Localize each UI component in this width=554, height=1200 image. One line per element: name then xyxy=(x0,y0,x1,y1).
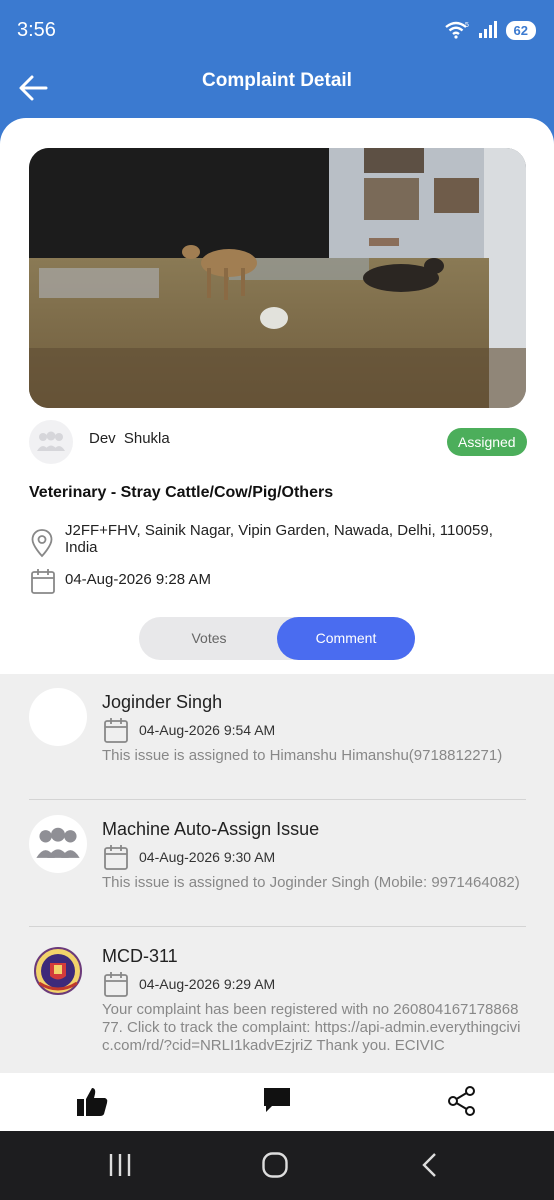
complaint-category: Veterinary - Stray Cattle/Cow/Pig/Others xyxy=(29,484,334,501)
home-icon[interactable] xyxy=(261,1151,289,1179)
status-bar: 3:56 5 62 xyxy=(0,0,554,60)
comment-text[interactable]: Your complaint has been registered with … xyxy=(102,1001,522,1055)
comment-time: 04-Aug-2026 9:30 AM xyxy=(139,849,276,865)
list-item: Joginder Singh 04-Aug-2026 9:54 AM This … xyxy=(0,674,554,800)
group-icon xyxy=(37,431,65,451)
calendar-icon xyxy=(104,718,128,743)
status-badge: Assigned xyxy=(447,428,527,456)
back-icon[interactable] xyxy=(420,1151,440,1179)
bottom-action-bar xyxy=(0,1073,554,1131)
battery-indicator: 62 xyxy=(505,20,536,40)
complaint-detail-card: Dev Shukla Assigned Veterinary - Stray C… xyxy=(0,118,554,674)
mcd-emblem-icon xyxy=(34,947,82,995)
reporter-name: Dev Shukla xyxy=(89,430,170,447)
tab-votes[interactable]: Votes xyxy=(139,617,279,660)
complaint-photo[interactable] xyxy=(29,148,526,408)
commenter-avatar xyxy=(29,815,87,873)
list-item: MCD-311 04-Aug-2026 9:29 AM Your complai… xyxy=(0,928,554,1073)
page-title: Complaint Detail xyxy=(202,70,352,91)
comment-author: Joginder Singh xyxy=(102,692,223,712)
share-icon[interactable] xyxy=(447,1085,477,1117)
comment-author: MCD-311 xyxy=(102,946,178,966)
app-bar: Complaint Detail xyxy=(0,60,554,116)
location-pin-icon xyxy=(31,529,53,558)
status-icons: 5 62 xyxy=(444,20,536,40)
complaint-address: J2FF+FHV, Sainik Nagar, Vipin Garden, Na… xyxy=(65,522,493,556)
complaint-datetime: 04-Aug-2026 9:28 AM xyxy=(65,571,211,588)
comment-icon[interactable] xyxy=(262,1085,292,1115)
recents-icon[interactable] xyxy=(108,1151,132,1179)
svg-text:5: 5 xyxy=(465,22,469,29)
tab-comment[interactable]: Comment xyxy=(277,617,415,660)
divider xyxy=(29,926,526,927)
reporter-avatar xyxy=(29,420,73,464)
signal-icon xyxy=(478,21,497,38)
thumbs-up-icon[interactable] xyxy=(75,1085,109,1119)
comment-text: This issue is assigned to Joginder Singh… xyxy=(102,874,520,891)
comment-time: 04-Aug-2026 9:29 AM xyxy=(139,976,276,992)
system-nav-bar xyxy=(0,1131,554,1200)
votes-comment-toggle: Votes Comment xyxy=(139,617,415,660)
mcd-logo xyxy=(29,942,87,1000)
complaint-photo-image xyxy=(29,148,526,408)
calendar-icon xyxy=(104,845,128,870)
calendar-icon xyxy=(104,972,128,997)
list-item: Machine Auto-Assign Issue 04-Aug-2026 9:… xyxy=(0,801,554,927)
comment-text: This issue is assigned to Himanshu Himan… xyxy=(102,747,503,764)
comments-list[interactable]: Joginder Singh 04-Aug-2026 9:54 AM This … xyxy=(0,674,554,1073)
divider xyxy=(29,799,526,800)
group-icon xyxy=(36,827,80,858)
calendar-icon xyxy=(31,569,55,594)
commenter-avatar xyxy=(29,688,87,746)
comment-author: Machine Auto-Assign Issue xyxy=(102,819,320,839)
comment-time: 04-Aug-2026 9:54 AM xyxy=(139,722,276,738)
status-time: 3:56 xyxy=(17,19,56,41)
wifi-icon: 5 xyxy=(444,21,469,39)
